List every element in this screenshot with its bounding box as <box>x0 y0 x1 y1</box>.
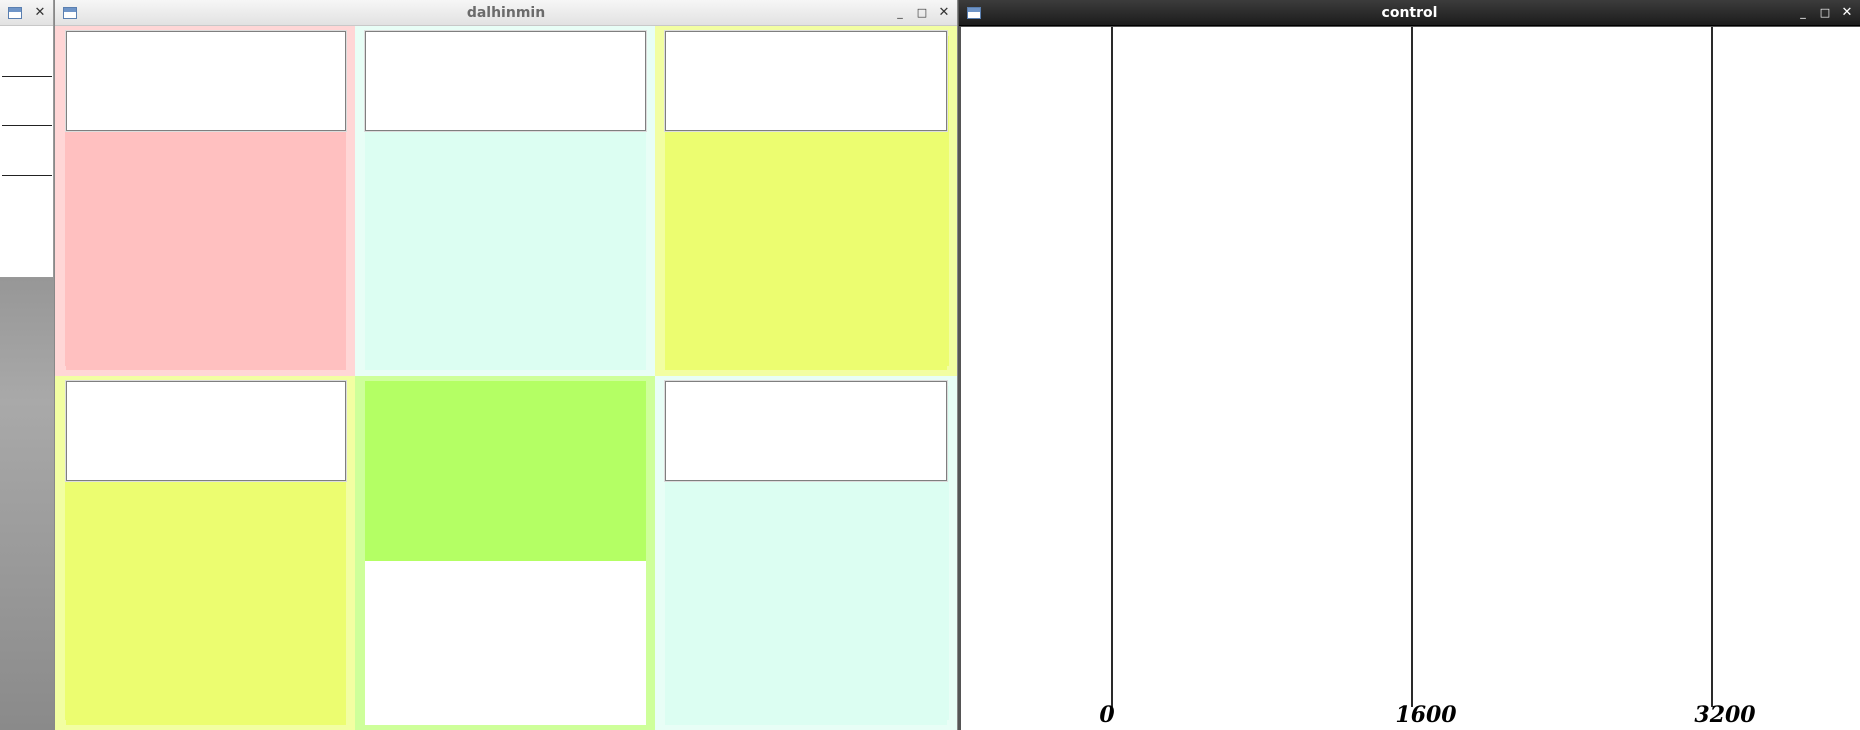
minimize-icon[interactable]: _ <box>891 4 909 22</box>
control-canvas[interactable]: 0 1600 3200 <box>959 26 1860 730</box>
tick-label: 3200 <box>1694 702 1756 728</box>
close-icon[interactable]: ✕ <box>935 4 953 22</box>
tick-label: 1600 <box>1395 702 1457 728</box>
grid-cell-2[interactable] <box>355 26 655 376</box>
close-icon[interactable]: ✕ <box>1838 4 1856 22</box>
white-panel <box>365 561 646 725</box>
input-box[interactable] <box>365 31 646 131</box>
small-window-content <box>0 27 53 277</box>
input-box[interactable] <box>665 381 947 481</box>
input-box[interactable] <box>66 381 346 481</box>
grid-cell-3[interactable] <box>655 26 957 376</box>
small-window-titlebar[interactable]: ✕ <box>0 0 53 26</box>
maximize-icon[interactable]: □ <box>913 4 931 22</box>
dalhinmin-window: dalhinmin _ □ ✕ <box>54 0 958 730</box>
minimize-icon[interactable]: _ <box>1794 4 1812 22</box>
dalhinmin-titlebar[interactable]: dalhinmin _ □ ✕ <box>55 0 957 26</box>
control-window: control _ □ ✕ 0 1600 3200 <box>958 0 1860 730</box>
color-panel <box>365 381 646 561</box>
maximize-icon[interactable]: □ <box>1816 4 1834 22</box>
tick-label: 0 <box>1099 702 1115 728</box>
grid-cell-6[interactable] <box>655 376 957 730</box>
input-box[interactable] <box>66 31 346 131</box>
window-menu-icon[interactable] <box>8 6 22 19</box>
small-window: ✕ <box>0 0 54 278</box>
guide-line-3200 <box>1711 27 1713 707</box>
window-menu-icon[interactable] <box>63 6 77 19</box>
window-title: control <box>1381 5 1438 21</box>
window-menu-icon[interactable] <box>967 6 981 19</box>
grid-cell-4[interactable] <box>55 376 355 730</box>
control-titlebar[interactable]: control _ □ ✕ <box>959 0 1860 26</box>
close-icon[interactable]: ✕ <box>31 4 49 22</box>
grid-cell-5[interactable] <box>355 376 655 730</box>
window-title: dalhinmin <box>466 5 546 21</box>
divider-line <box>2 125 52 126</box>
guide-line-1600 <box>1411 27 1413 707</box>
divider-line <box>2 175 52 176</box>
input-box[interactable] <box>665 31 947 131</box>
guide-line-0 <box>1111 27 1113 707</box>
divider-line <box>2 76 52 77</box>
color-grid <box>55 26 957 730</box>
grid-cell-1[interactable] <box>55 26 355 376</box>
